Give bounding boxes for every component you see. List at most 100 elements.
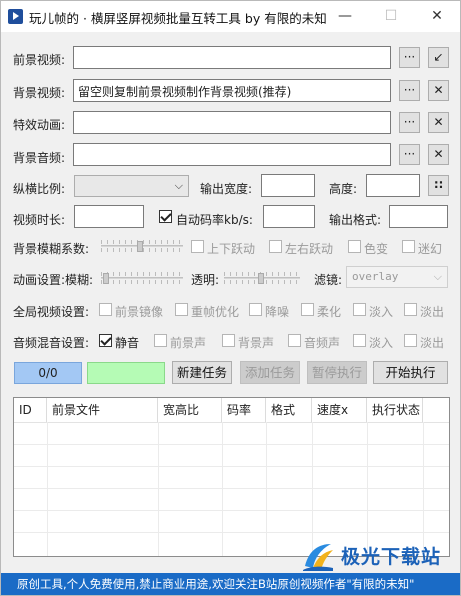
- soften-checkbox[interactable]: [301, 303, 314, 316]
- col-header-speed[interactable]: 速度x: [312, 398, 367, 422]
- close-button[interactable]: ✕: [414, 1, 460, 32]
- auto-bitrate-checkbox[interactable]: [159, 210, 172, 223]
- app-window: 玩儿帧的 · 横屏竖屏视频批量互转工具 by 有限的未知 — ☐ ✕ 前景视频:…: [0, 0, 461, 596]
- global-label: 全局视频设置:: [13, 305, 90, 319]
- col-header-bitrate[interactable]: 码率: [222, 398, 266, 422]
- site-watermark: 极光下载站: [301, 536, 461, 576]
- arrow-down-left-icon[interactable]: ↙: [428, 47, 449, 68]
- col-divider: [222, 422, 223, 556]
- duration-input[interactable]: [74, 205, 144, 228]
- jump-horizontal-checkbox[interactable]: [269, 240, 282, 253]
- out-width-label: 输出宽度:: [200, 182, 253, 196]
- filter-value: overlay: [352, 270, 399, 283]
- denoise-label: 降噪: [265, 305, 290, 319]
- global-fadeout-label: 淡出: [420, 305, 445, 319]
- bg-video-browse-button[interactable]: ···: [399, 80, 420, 101]
- effect-clear-button[interactable]: ✕: [428, 112, 449, 133]
- footer-banner: 原创工具,个人免费使用,禁止商业用途,欢迎关注B站原创视频作者"有限的未知": [1, 573, 460, 595]
- soften-label: 柔化: [317, 305, 342, 319]
- row-divider: [14, 444, 449, 445]
- slider-thumb[interactable]: [103, 273, 109, 284]
- effect-browse-button[interactable]: ···: [399, 112, 420, 133]
- ratio-label: 纵横比例:: [13, 182, 66, 196]
- app-icon: [8, 9, 23, 24]
- out-width-input[interactable]: [261, 174, 315, 197]
- start-button[interactable]: 开始执行: [373, 361, 448, 384]
- ratio-select[interactable]: ⌵: [74, 175, 189, 197]
- out-format-input[interactable]: [389, 205, 448, 228]
- row-divider: [14, 510, 449, 511]
- pause-button[interactable]: 暂停执行: [307, 361, 367, 384]
- add-task-button[interactable]: 添加任务: [240, 361, 300, 384]
- psychedelic-label: 迷幻: [418, 242, 443, 256]
- slider-thumb[interactable]: [258, 273, 264, 284]
- fg-video-input[interactable]: [73, 46, 391, 69]
- col-header-status[interactable]: 执行状态: [367, 398, 423, 422]
- audio-sound-label: 音频声: [304, 336, 341, 350]
- color-shift-checkbox[interactable]: [348, 240, 361, 253]
- fg-sound-checkbox[interactable]: [154, 334, 167, 347]
- effect-label: 特效动画:: [13, 118, 66, 132]
- row-divider: [14, 488, 449, 489]
- progress-counter: 0/0: [14, 362, 82, 384]
- col-divider: [266, 422, 267, 556]
- bg-video-label: 背景视频:: [13, 86, 66, 100]
- filter-label: 滤镜:: [314, 273, 343, 287]
- window-title: 玩儿帧的 · 横屏竖屏视频批量互转工具 by 有限的未知: [29, 11, 327, 26]
- row-divider: [14, 532, 449, 533]
- jump-horizontal-label: 左右跃动: [285, 242, 334, 256]
- bg-audio-input[interactable]: [73, 143, 391, 166]
- col-header-id[interactable]: ID: [14, 398, 47, 422]
- task-table[interactable]: ID 前景文件 宽高比 码率 格式 速度x 执行状态: [13, 397, 450, 557]
- jump-vertical-checkbox[interactable]: [191, 240, 204, 253]
- bg-sound-checkbox[interactable]: [222, 334, 235, 347]
- audio-sound-checkbox[interactable]: [288, 334, 301, 347]
- mute-checkbox[interactable]: [99, 334, 112, 347]
- col-header-ratio[interactable]: 宽高比: [158, 398, 222, 422]
- fg-video-label: 前景视频:: [13, 53, 66, 67]
- reframe-checkbox[interactable]: [175, 303, 188, 316]
- mix-fadeout-checkbox[interactable]: [404, 334, 417, 347]
- chevron-down-icon: ⌵: [433, 270, 442, 283]
- bg-video-clear-button[interactable]: ✕: [428, 80, 449, 101]
- fg-mirror-checkbox[interactable]: [99, 303, 112, 316]
- bg-sound-label: 背景声: [238, 336, 275, 350]
- blur-slider[interactable]: [101, 240, 183, 252]
- global-fadeout-checkbox[interactable]: [404, 303, 417, 316]
- bg-audio-browse-button[interactable]: ···: [399, 144, 420, 165]
- filter-select[interactable]: overlay ⌵: [346, 266, 448, 288]
- alpha-slider[interactable]: [224, 272, 300, 284]
- fg-video-browse-button[interactable]: ···: [399, 47, 420, 68]
- maximize-button[interactable]: ☐: [368, 1, 414, 32]
- psychedelic-checkbox[interactable]: [402, 240, 415, 253]
- anim-blur-slider[interactable]: [101, 272, 183, 284]
- bitrate-input[interactable]: [263, 205, 315, 228]
- col-header-format[interactable]: 格式: [266, 398, 312, 422]
- slider-thumb[interactable]: [137, 241, 143, 252]
- col-divider: [158, 422, 159, 556]
- reframe-label: 重帧优化: [191, 305, 240, 319]
- col-header-fg-file[interactable]: 前景文件: [47, 398, 158, 422]
- bg-audio-clear-button[interactable]: ✕: [428, 144, 449, 165]
- global-fadein-checkbox[interactable]: [353, 303, 366, 316]
- height-input[interactable]: [366, 174, 420, 197]
- swap-dims-button[interactable]: ∷: [428, 175, 449, 196]
- mix-fadeout-label: 淡出: [420, 336, 445, 350]
- watermark-text: 极光下载站: [341, 546, 442, 568]
- mute-label: 静音: [115, 336, 140, 350]
- out-format-label: 输出格式:: [329, 213, 382, 227]
- minimize-button[interactable]: —: [322, 1, 368, 32]
- denoise-checkbox[interactable]: [249, 303, 262, 316]
- fg-sound-label: 前景声: [170, 336, 207, 350]
- table-header-divider: [14, 422, 449, 423]
- blur-label: 背景模糊系数:: [13, 242, 90, 256]
- color-shift-label: 色变: [364, 242, 389, 256]
- title-bar: 玩儿帧的 · 横屏竖屏视频批量互转工具 by 有限的未知 — ☐ ✕: [1, 1, 460, 32]
- bg-audio-label: 背景音频:: [13, 151, 66, 165]
- fg-mirror-label: 前景镜像: [115, 305, 164, 319]
- bg-video-input[interactable]: 留空则复制前景视频制作背景视频(推荐): [73, 79, 391, 102]
- mix-fadein-checkbox[interactable]: [353, 334, 366, 347]
- chevron-down-icon: ⌵: [174, 179, 183, 192]
- new-task-button[interactable]: 新建任务: [172, 361, 232, 384]
- effect-input[interactable]: [73, 111, 391, 134]
